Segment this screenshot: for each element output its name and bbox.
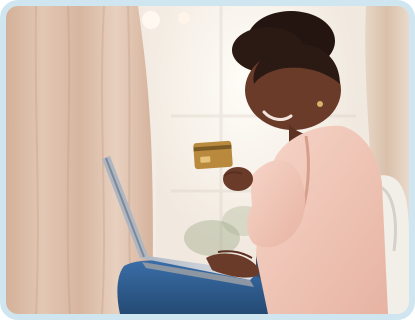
photo-person-paying-online <box>6 6 409 314</box>
photo-frame <box>0 0 415 320</box>
